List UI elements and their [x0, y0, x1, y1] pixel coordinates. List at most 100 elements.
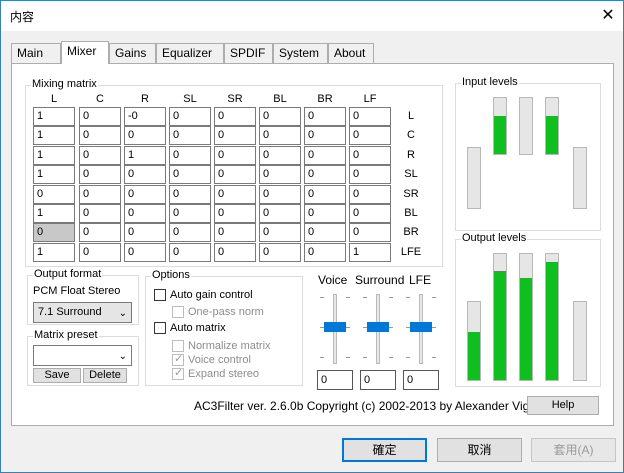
tab-about[interactable]: About [328, 43, 374, 63]
checkmark-icon: ✓ [174, 353, 184, 365]
slider-thumb[interactable] [410, 322, 432, 332]
matrix-cell-input[interactable]: 0 [124, 165, 166, 184]
matrix-cell-input[interactable]: 0 [259, 243, 301, 262]
matrix-cell-input[interactable]: 0 [349, 165, 391, 184]
slider-tick [406, 297, 410, 298]
matrix-cell-input[interactable]: 0 [259, 185, 301, 204]
matrix-cell-input[interactable]: 0 [214, 223, 256, 242]
matrix-cell-input[interactable]: 0 [124, 126, 166, 145]
matrix-cell-input[interactable]: 0 [124, 204, 166, 223]
matrix-cell-input[interactable]: 0 [214, 243, 256, 262]
slider-tick [363, 357, 367, 358]
chevron-down-icon: ⌄ [118, 351, 127, 362]
level-meter-fill [494, 271, 506, 380]
matrix-cell-input[interactable]: 0 [124, 223, 166, 242]
matrix-cell-input[interactable]: 0 [169, 146, 211, 165]
level-meter [573, 301, 587, 381]
slider-thumb[interactable] [367, 322, 389, 332]
slider-value-input[interactable]: 0 [360, 370, 396, 390]
matrix-cell-input[interactable]: 1 [124, 146, 166, 165]
matrix-cell-input[interactable]: 0 [304, 126, 346, 145]
matrix-cell-input[interactable]: 0 [304, 185, 346, 204]
matrix-cell-input[interactable]: 0 [79, 126, 121, 145]
tab-main[interactable]: Main [11, 43, 61, 63]
matrix-cell-input[interactable]: 0 [79, 204, 121, 223]
help-button[interactable]: Help [527, 396, 599, 415]
matrix-cell-input[interactable]: 1 [33, 204, 75, 223]
matrix-cell-input[interactable]: 1 [33, 126, 75, 145]
matrix-cell-input[interactable]: 1 [33, 146, 75, 165]
matrix-cell-input[interactable]: 0 [79, 146, 121, 165]
slider-value-input[interactable]: 0 [317, 370, 353, 390]
matrix-cell-input[interactable]: 0 [169, 126, 211, 145]
matrix-cell-input[interactable]: 0 [79, 223, 121, 242]
matrix-cell-input[interactable]: 0 [214, 146, 256, 165]
matrix-cell-input[interactable]: 0 [79, 243, 121, 262]
matrix-cell-input[interactable]: 0 [259, 165, 301, 184]
slider-thumb[interactable] [324, 322, 346, 332]
matrix-cell-input[interactable]: 0 [304, 165, 346, 184]
delete-button[interactable]: Delete [83, 368, 127, 383]
matrix-cell-input[interactable]: 0 [349, 107, 391, 126]
matrix-cell-input[interactable]: 0 [214, 165, 256, 184]
slider-tick [389, 297, 393, 298]
output-format-select[interactable]: 7.1 Surround ⌄ [33, 302, 132, 323]
matrix-cell-input[interactable]: 0 [169, 204, 211, 223]
matrix-cell-input[interactable]: 0 [349, 204, 391, 223]
tab-equalizer[interactable]: Equalizer [156, 43, 224, 63]
matrix-cell-input[interactable]: 0 [33, 185, 75, 204]
output-format-label: Output format [33, 268, 103, 280]
matrix-cell-input[interactable]: 0 [214, 107, 256, 126]
tab-gains[interactable]: Gains [109, 43, 156, 63]
matrix-cell-input[interactable]: 0 [214, 185, 256, 204]
matrix-cell-input[interactable]: 0 [304, 107, 346, 126]
ok-button[interactable]: 確定 [342, 438, 427, 462]
matrix-cell-input[interactable]: 0 [79, 165, 121, 184]
matrix-column-header: R [141, 93, 149, 105]
tab-spdif[interactable]: SPDIF [224, 43, 273, 63]
matrix-cell-input[interactable]: 1 [33, 165, 75, 184]
matrix-cell-input[interactable]: 0 [349, 223, 391, 242]
matrix-cell-input[interactable]: 1 [33, 107, 75, 126]
slider-value-input[interactable]: 0 [403, 370, 439, 390]
save-button[interactable]: Save [33, 368, 81, 383]
matrix-cell-input[interactable]: 1 [33, 243, 75, 262]
matrix-cell-input[interactable]: 0 [169, 223, 211, 242]
matrix-cell-input[interactable]: 0 [214, 126, 256, 145]
close-icon[interactable]: ✕ [593, 1, 623, 31]
matrix-cell-input[interactable]: 0 [259, 126, 301, 145]
matrix-cell-input[interactable]: 0 [349, 185, 391, 204]
matrix-cell-input[interactable]: 0 [124, 185, 166, 204]
matrix-column-header: SR [227, 93, 243, 105]
matrix-cell-input[interactable]: -0 [124, 107, 166, 126]
matrix-cell-input[interactable]: 0 [349, 146, 391, 165]
matrix-cell-input[interactable]: 0 [349, 126, 391, 145]
matrix-cell-input[interactable]: 0 [304, 204, 346, 223]
matrix-row-header: BL [404, 207, 418, 219]
checkmark-icon: ✓ [174, 367, 184, 379]
matrix-cell-input[interactable]: 0 [169, 243, 211, 262]
cancel-button[interactable]: 取消 [437, 438, 522, 462]
matrix-cell-input[interactable]: 0 [124, 243, 166, 262]
matrix-cell-input[interactable]: 0 [259, 146, 301, 165]
matrix-cell-input[interactable]: 0 [214, 204, 256, 223]
matrix-cell-input[interactable]: 0 [79, 185, 121, 204]
matrix-cell-input[interactable]: 0 [169, 185, 211, 204]
matrix-cell-input[interactable]: 0 [304, 243, 346, 262]
apply-button[interactable]: 套用(A) [531, 438, 616, 462]
matrix-cell-input[interactable]: 0 [259, 107, 301, 126]
matrix-cell-input[interactable]: 0 [304, 146, 346, 165]
matrix-cell-input[interactable]: 0 [259, 223, 301, 242]
level-meter-fill [520, 278, 532, 380]
matrix-cell-input[interactable]: 0 [79, 107, 121, 126]
tab-mixer[interactable]: Mixer [61, 41, 109, 64]
matrix-cell-input[interactable]: 0 [169, 165, 211, 184]
matrix-cell-input[interactable]: 0 [169, 107, 211, 126]
tab-system[interactable]: System [273, 43, 328, 63]
matrix-cell-input[interactable]: 0 [33, 223, 75, 242]
matrix-cell-input[interactable]: 0 [259, 204, 301, 223]
matrix-cell-input[interactable]: 1 [349, 243, 391, 262]
matrix-cell-input[interactable]: 0 [304, 223, 346, 242]
preset-select[interactable]: ⌄ [33, 345, 132, 366]
checkbox-box [154, 322, 166, 334]
